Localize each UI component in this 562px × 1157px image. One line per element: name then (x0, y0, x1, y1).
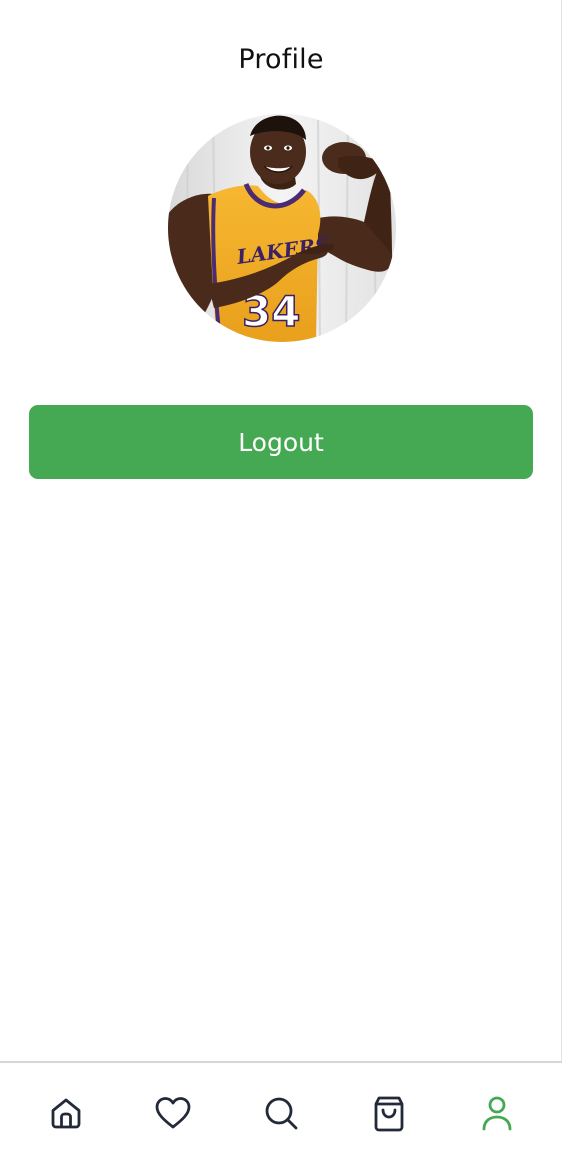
home-icon (51, 1098, 81, 1129)
avatar: LAKERS 34 (168, 114, 396, 342)
tab-search[interactable] (261, 1093, 301, 1133)
page-title: Profile (238, 44, 324, 75)
tab-profile[interactable] (477, 1093, 517, 1133)
profile-screen: Profile LAKERS 34 Logout (0, 0, 562, 1157)
user-icon (482, 1096, 512, 1131)
bottom-tab-bar (0, 1061, 562, 1157)
shopping-bag-icon (374, 1096, 404, 1132)
heart-icon (155, 1097, 191, 1129)
tab-home[interactable] (46, 1093, 86, 1133)
search-icon (265, 1097, 298, 1130)
avatar-photo: LAKERS 34 (168, 114, 396, 342)
tab-cart[interactable] (369, 1093, 409, 1133)
logout-button[interactable]: Logout (29, 405, 533, 479)
tab-favorites[interactable] (153, 1093, 193, 1133)
